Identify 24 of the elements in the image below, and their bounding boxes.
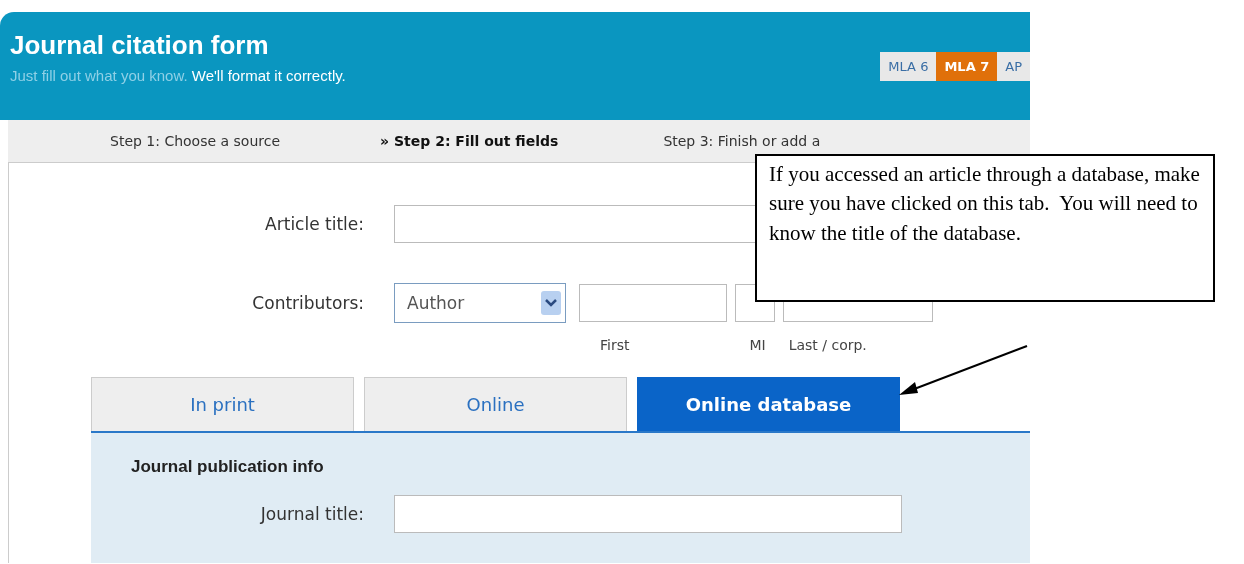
field-caption: Last / corp. xyxy=(788,337,867,355)
source-tab[interactable]: In print xyxy=(91,377,354,431)
field-label: Article title: xyxy=(264,214,365,234)
journal-title-field[interactable] xyxy=(394,495,902,533)
field-label: Journal title: xyxy=(259,504,365,524)
style-tab[interactable]: AP xyxy=(997,52,1030,81)
callout-tooltip: If you accessed an article through a database, make sure you have clicked on this tab. You will need to know the title of the database. xyxy=(755,154,1215,302)
form-title: Journal citation form xyxy=(10,30,270,61)
field-label: Contributors: xyxy=(251,293,365,313)
role-dropdown[interactable]: Author xyxy=(394,283,566,323)
step-label: Step 3: Finish or add a xyxy=(663,133,821,149)
arrow-icon xyxy=(899,345,1028,395)
field-caption: MI xyxy=(749,337,766,355)
section-heading: Journal publication info xyxy=(131,457,324,477)
source-tab[interactable]: Online database xyxy=(637,377,900,431)
style-tab[interactable]: MLA 6 xyxy=(880,52,937,81)
step-label: » Step 2: Fill out fields xyxy=(380,133,559,149)
caret-icon xyxy=(541,291,561,315)
step-label: Step 1: Choose a source xyxy=(110,133,281,149)
first-name-field[interactable] xyxy=(579,284,727,322)
source-tab[interactable]: Online xyxy=(364,377,627,431)
form-subtitle: Just fill out what you know. We'll format it correctly. xyxy=(10,67,346,84)
style-tab[interactable]: MLA 7 xyxy=(936,52,998,81)
field-caption: First xyxy=(600,337,630,355)
